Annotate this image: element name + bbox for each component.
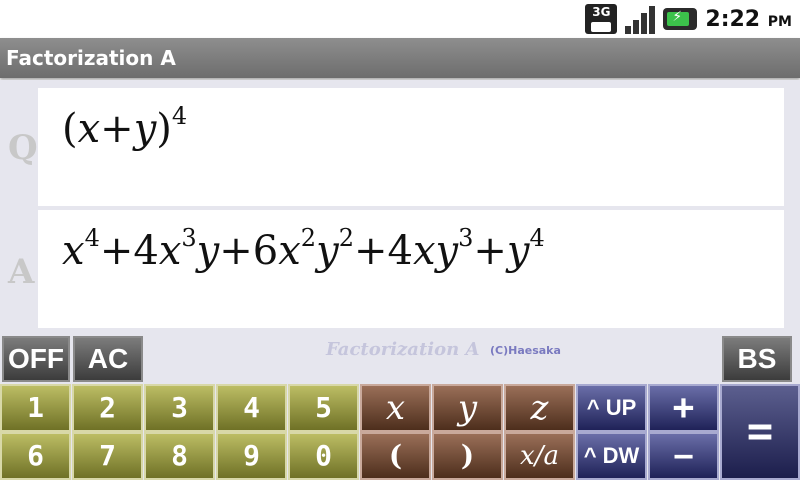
question-panel: (x+y)4	[38, 88, 784, 206]
answer-label: A	[8, 252, 35, 292]
clock: 2:22 PM	[705, 7, 792, 32]
up-button[interactable]: ^ UP	[576, 384, 647, 432]
backspace-button[interactable]: BS	[722, 336, 792, 382]
plus-button[interactable]: +	[648, 384, 719, 432]
answer-expression: x4+4x3y+6x2y2+4xy3+y4	[62, 224, 545, 274]
digit-9-button[interactable]: 9	[216, 432, 287, 480]
variable-y-button[interactable]: y	[432, 384, 503, 432]
digit-2-button[interactable]: 2	[72, 384, 143, 432]
title-bar: Factorization A	[0, 38, 800, 78]
digit-8-button[interactable]: 8	[144, 432, 215, 480]
close-paren-button[interactable]: )	[432, 432, 503, 480]
question-expression: (x+y)4	[62, 102, 188, 152]
status-bar: 3G 2:22 PM	[0, 0, 800, 39]
main-area: Q A (x+y)4 x4+4x3y+6x2y2+4xy3+y4 Factori…	[0, 80, 800, 480]
off-button[interactable]: OFF	[2, 336, 70, 382]
network-type-label: 3G	[592, 5, 611, 19]
variable-x-button[interactable]: x	[360, 384, 431, 432]
brand-watermark: Factorization A	[326, 339, 480, 360]
clock-time: 2:22	[705, 6, 761, 32]
status-icons: 3G 2:22 PM	[585, 4, 792, 34]
digit-6-button[interactable]: 6	[0, 432, 71, 480]
app-title: Factorization A	[6, 46, 176, 70]
signal-icon	[625, 4, 656, 34]
minus-button[interactable]: —	[648, 432, 719, 480]
open-paren-button[interactable]: (	[360, 432, 431, 480]
variable-z-button[interactable]: z	[504, 384, 575, 432]
digit-1-button[interactable]: 1	[0, 384, 71, 432]
copyright-text: (C)Haesaka	[490, 344, 561, 357]
variable-x-over-a-button[interactable]: x/a	[504, 432, 575, 480]
equals-button[interactable]: =	[720, 384, 800, 480]
battery-charging-icon	[663, 8, 698, 30]
question-label: Q	[8, 128, 38, 168]
all-clear-button[interactable]: AC	[73, 336, 143, 382]
down-button[interactable]: ^ DW	[576, 432, 647, 480]
digit-3-button[interactable]: 3	[144, 384, 215, 432]
digit-4-button[interactable]: 4	[216, 384, 287, 432]
answer-panel: x4+4x3y+6x2y2+4xy3+y4	[38, 210, 784, 328]
network-3g-icon: 3G	[585, 4, 618, 34]
clock-ampm: PM	[767, 13, 792, 30]
digit-7-button[interactable]: 7	[72, 432, 143, 480]
digit-0-button[interactable]: 0	[288, 432, 359, 480]
digit-5-button[interactable]: 5	[288, 384, 359, 432]
